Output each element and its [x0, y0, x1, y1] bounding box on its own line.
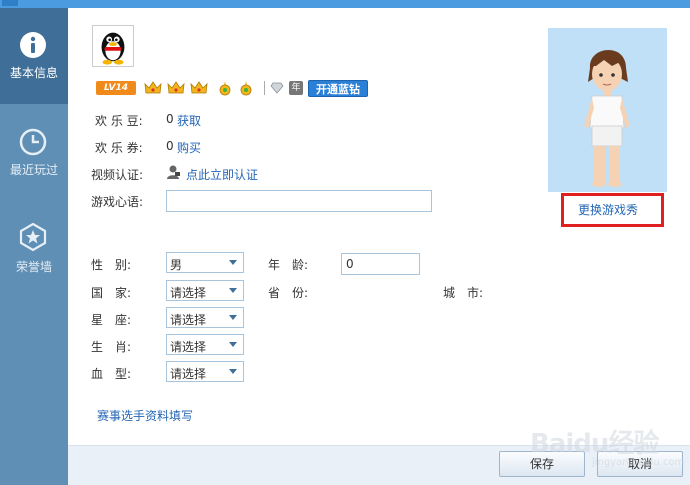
get-beans-link[interactable]: 获取: [177, 112, 201, 129]
video-verify-label: 视频认证:: [91, 168, 144, 182]
level-badge: LV14: [96, 81, 136, 95]
chinese-zodiac-select[interactable]: 请选择: [166, 334, 244, 355]
blood-type-value: 请选择: [170, 367, 207, 381]
age-label: 年 龄:: [268, 258, 309, 272]
gender-select[interactable]: 男: [166, 252, 244, 273]
blood-type-select[interactable]: 请选择: [166, 361, 244, 382]
game-show-panel: [548, 28, 667, 192]
webcam-user-icon: [167, 165, 180, 179]
province-label: 省 份:: [268, 286, 309, 300]
year-badge: 年: [289, 81, 303, 95]
sidebar-item-label: 最近玩过: [9, 163, 58, 177]
crown-icon: [167, 81, 185, 94]
save-button[interactable]: 保存: [499, 451, 585, 477]
zodiac-select[interactable]: 请选择: [166, 307, 244, 328]
happy-beans-label: 欢 乐 豆:: [95, 114, 143, 128]
open-blue-diamond-button[interactable]: 开通蓝钻: [308, 80, 368, 97]
gender-label: 性 别:: [91, 258, 132, 272]
avatar[interactable]: [92, 25, 134, 67]
qq-penguin-icon: [101, 32, 125, 65]
chinese-zodiac-value: 请选择: [170, 340, 207, 354]
crown-icon: [190, 81, 208, 94]
diamond-icon: [270, 82, 284, 94]
happy-coupons-value: 0: [166, 139, 174, 153]
sidebar-item-basic-info[interactable]: 基本信息: [0, 8, 68, 104]
age-input[interactable]: [341, 253, 420, 275]
game-show-avatar: [584, 49, 630, 187]
gender-value: 男: [170, 258, 183, 272]
cancel-button[interactable]: 取消: [597, 451, 683, 477]
change-game-show-link[interactable]: 更换游戏秀: [578, 201, 638, 218]
buy-coupons-link[interactable]: 购买: [177, 139, 201, 156]
clock-icon: [19, 128, 47, 156]
country-value: 请选择: [170, 286, 207, 300]
chevron-down-icon: [229, 288, 237, 293]
divider: [264, 81, 265, 95]
game-motto-label: 游戏心语:: [91, 195, 144, 209]
chevron-down-icon: [229, 315, 237, 320]
happy-coupons-label: 欢 乐 券:: [95, 141, 143, 155]
sidebar: 基本信息 最近玩过 荣誉墙: [0, 8, 68, 485]
sidebar-item-label: 荣誉墙: [15, 260, 52, 274]
zodiac-label: 星 座:: [91, 313, 132, 327]
city-label: 城 市:: [443, 286, 484, 300]
video-verify-link[interactable]: 点此立即认证: [186, 166, 258, 183]
country-label: 国 家:: [91, 286, 132, 300]
chevron-down-icon: [229, 260, 237, 265]
sidebar-item-label: 基本信息: [9, 66, 58, 80]
sun-icon: [240, 81, 252, 96]
sidebar-item-recent-played[interactable]: 最近玩过: [0, 121, 68, 217]
window-icon: [2, 0, 18, 6]
game-motto-input[interactable]: [166, 190, 432, 212]
info-icon: [20, 32, 46, 58]
zodiac-value: 请选择: [170, 313, 207, 327]
contestant-info-link[interactable]: 赛事选手资料填写: [97, 407, 193, 424]
sidebar-item-honor-wall[interactable]: 荣誉墙: [0, 216, 68, 312]
star-shield-icon: [19, 222, 47, 252]
blood-type-label: 血 型:: [91, 367, 132, 381]
chinese-zodiac-label: 生 肖:: [91, 340, 132, 354]
country-select[interactable]: 请选择: [166, 280, 244, 301]
chevron-down-icon: [229, 342, 237, 347]
crown-icon: [144, 81, 162, 94]
happy-beans-value: 0: [166, 112, 174, 126]
window-titlebar: [0, 0, 690, 8]
sun-icon: [219, 81, 231, 96]
chevron-down-icon: [229, 369, 237, 374]
